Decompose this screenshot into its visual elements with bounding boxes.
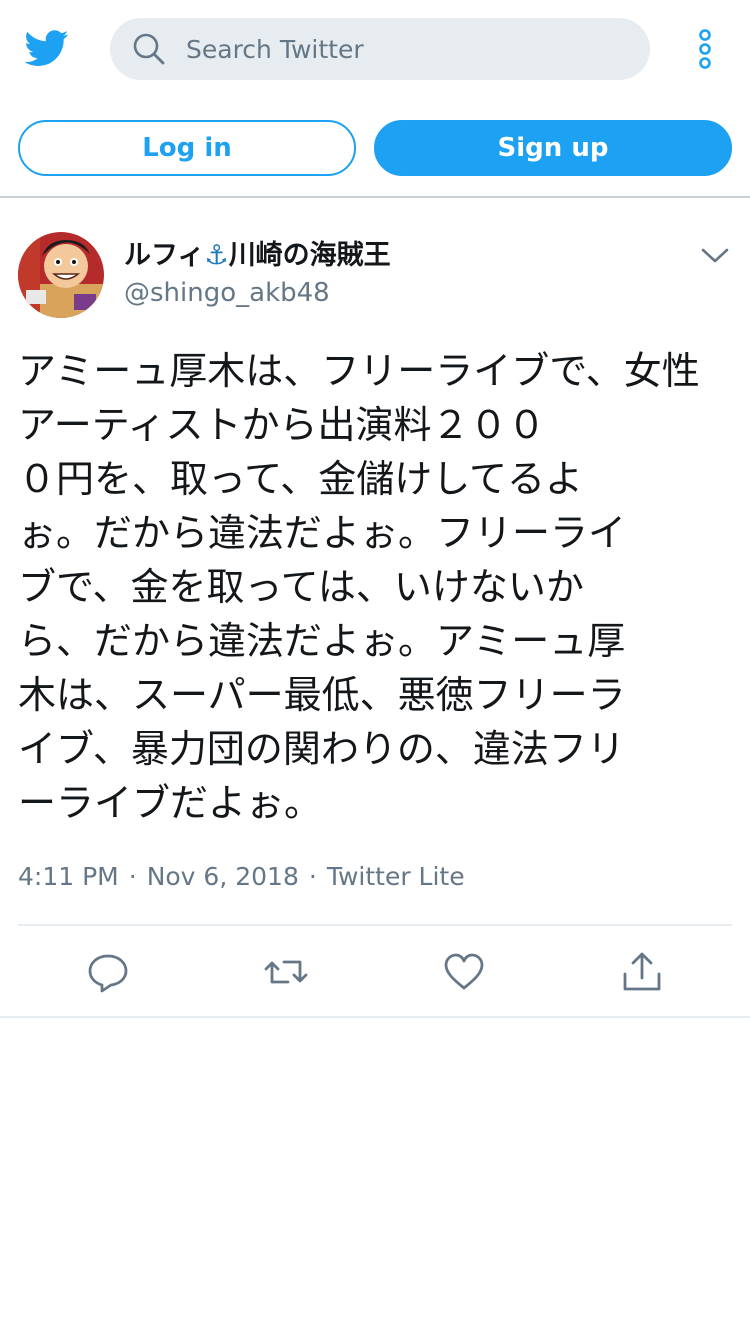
avatar-image bbox=[18, 232, 104, 318]
meta-separator: · bbox=[308, 862, 317, 891]
tweet-text: アミーュ厚木は、フリーライブで、女性アーティストから出演料２００ ０円を、取って… bbox=[18, 349, 700, 825]
chevron-down-icon[interactable] bbox=[700, 244, 730, 268]
display-name-part: ルフィ bbox=[124, 240, 205, 271]
tweet-meta: 4:11 PM · Nov 6, 2018 · Twitter Lite bbox=[18, 860, 465, 894]
header-divider bbox=[0, 196, 750, 198]
tweet-date[interactable]: Nov 6, 2018 bbox=[147, 862, 299, 891]
anchor-emoji: ⚓ bbox=[204, 240, 229, 271]
signup-button[interactable]: Sign up bbox=[374, 120, 732, 176]
display-name-part: 川崎の海賊王 bbox=[228, 240, 391, 271]
reply-icon[interactable] bbox=[86, 950, 130, 994]
search-input[interactable] bbox=[186, 18, 626, 80]
display-name[interactable]: ルフィ⚓川崎の海賊王 bbox=[124, 238, 391, 274]
login-button[interactable]: Log in bbox=[18, 120, 356, 176]
retweet-icon[interactable] bbox=[264, 950, 308, 994]
tweet-time[interactable]: 4:11 PM bbox=[18, 862, 119, 891]
search-icon bbox=[133, 33, 165, 65]
like-icon[interactable] bbox=[442, 950, 486, 994]
top-bar: Log in Sign up bbox=[0, 0, 750, 176]
search-box[interactable] bbox=[110, 18, 650, 80]
meta-separator: · bbox=[128, 862, 137, 891]
bottom-divider bbox=[0, 1016, 750, 1018]
share-icon[interactable] bbox=[620, 950, 664, 994]
user-handle[interactable]: @shingo_akb48 bbox=[124, 276, 330, 310]
avatar[interactable] bbox=[18, 232, 104, 318]
more-vertical-icon[interactable] bbox=[692, 28, 718, 70]
twitter-bird-icon[interactable] bbox=[22, 26, 72, 70]
meta-divider bbox=[18, 924, 732, 926]
tweet-source[interactable]: Twitter Lite bbox=[327, 862, 465, 891]
